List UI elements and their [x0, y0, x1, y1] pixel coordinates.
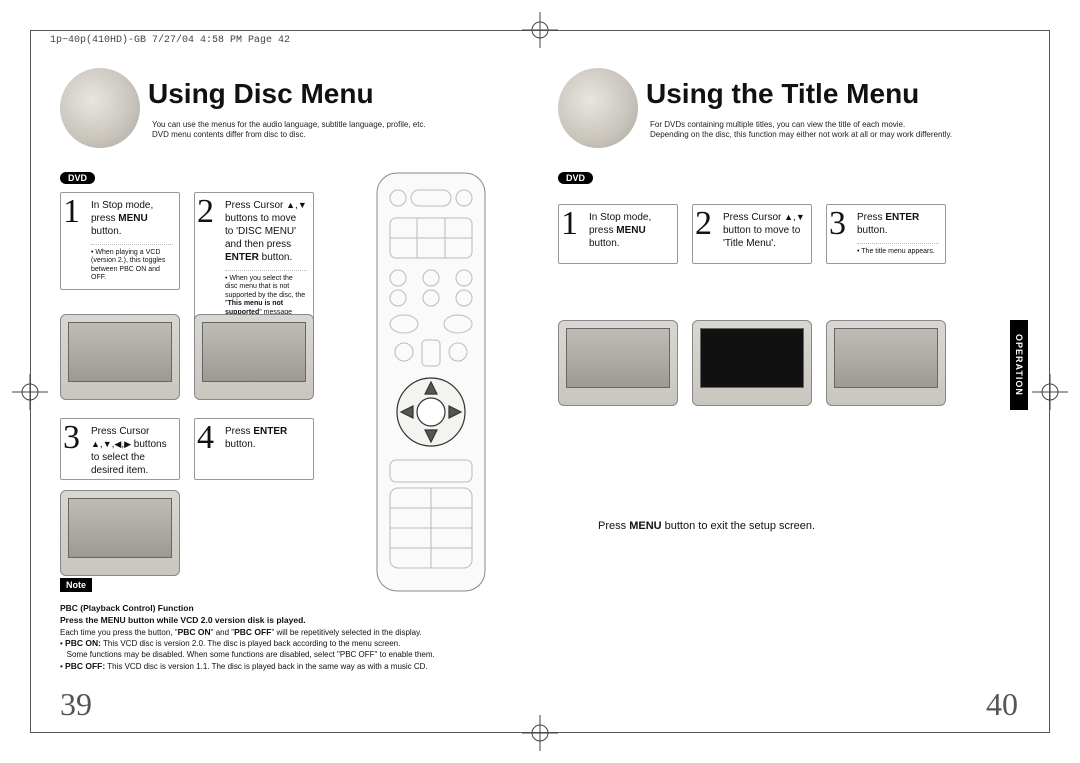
step-text: Press ENTER button. — [857, 211, 939, 237]
step-text: In Stop mode, press MENU button. — [589, 211, 671, 250]
note-badge: Note — [60, 578, 92, 592]
page-number: 39 — [60, 686, 92, 723]
step-number: 2 — [695, 207, 712, 241]
step-3: 3 Press ENTER button. • The title menu a… — [826, 204, 946, 264]
tv-illustration-icon — [826, 320, 946, 406]
step-subtext: • The title menu appears. — [857, 243, 939, 256]
note-block: Note PBC (Playback Control) Function Pre… — [60, 578, 440, 673]
step-text: Press Cursor ▲,▼ button to move to 'Titl… — [723, 211, 805, 250]
side-tab-label: OPERATION — [1014, 334, 1024, 396]
tv-illustration-icon — [60, 314, 180, 400]
step-text: In Stop mode, press MENU button. — [91, 199, 173, 238]
step-number: 3 — [829, 207, 846, 241]
step-2: 2 Press Cursor ▲,▼ button to move to 'Ti… — [692, 204, 812, 264]
tv-illustration-dark-icon — [692, 320, 812, 406]
page-right: Using the Title Menu For DVDs containing… — [558, 60, 1028, 723]
step-4: 4 Press ENTER button. — [194, 418, 314, 480]
page-number: 40 — [986, 686, 1018, 723]
page-title: Using Disc Menu — [148, 78, 374, 110]
tv-illustration-icon — [558, 320, 678, 406]
title-thumbnail-icon — [60, 68, 140, 148]
step-1: 1 In Stop mode, press MENU button. — [558, 204, 678, 264]
step-text: Press ENTER button. — [225, 425, 307, 451]
page-subtitle: For DVDs containing multiple titles, you… — [650, 120, 952, 140]
print-header: 1p~40p(410HD)-GB 7/27/04 4:58 PM Page 42 — [50, 36, 290, 46]
page-subtitle: You can use the menus for the audio lang… — [152, 120, 426, 140]
side-tab-operation: OPERATION — [1010, 320, 1028, 410]
page-left: Using Disc Menu You can use the menus fo… — [60, 60, 530, 723]
exit-hint: Press MENU button to exit the setup scre… — [598, 520, 815, 532]
step-number: 1 — [63, 195, 80, 229]
step-2: 2 Press Cursor ▲,▼ buttons to move to 'D… — [194, 192, 314, 332]
step-3: 3 Press Cursor ▲,▼,◀,▶ buttons to select… — [60, 418, 180, 480]
dvd-badge: DVD — [60, 172, 95, 184]
step-number: 1 — [561, 207, 578, 241]
step-subtext: • When playing a VCD (version 2.), this … — [91, 244, 173, 283]
step-number: 4 — [197, 421, 214, 455]
title-thumbnail-icon — [558, 68, 638, 148]
step-1: 1 In Stop mode, press MENU button. • Whe… — [60, 192, 180, 290]
page-title: Using the Title Menu — [646, 78, 919, 110]
note-title: PBC (Playback Control) Function — [60, 603, 194, 613]
step-number: 2 — [197, 195, 214, 229]
tv-illustration-icon — [60, 490, 180, 576]
remote-control-icon — [376, 172, 486, 592]
step-number: 3 — [63, 421, 80, 455]
dvd-badge: DVD — [558, 172, 593, 184]
registration-mark-right — [1030, 372, 1070, 412]
tv-illustration-icon — [194, 314, 314, 400]
registration-mark-top — [520, 10, 560, 50]
note-body: Press the MENU button while VCD 2.0 vers… — [60, 616, 435, 671]
registration-mark-left — [10, 372, 50, 412]
step-text: Press Cursor ▲,▼,◀,▶ buttons to select t… — [91, 425, 173, 477]
step-text: Press Cursor ▲,▼ buttons to move to 'DIS… — [225, 199, 307, 264]
